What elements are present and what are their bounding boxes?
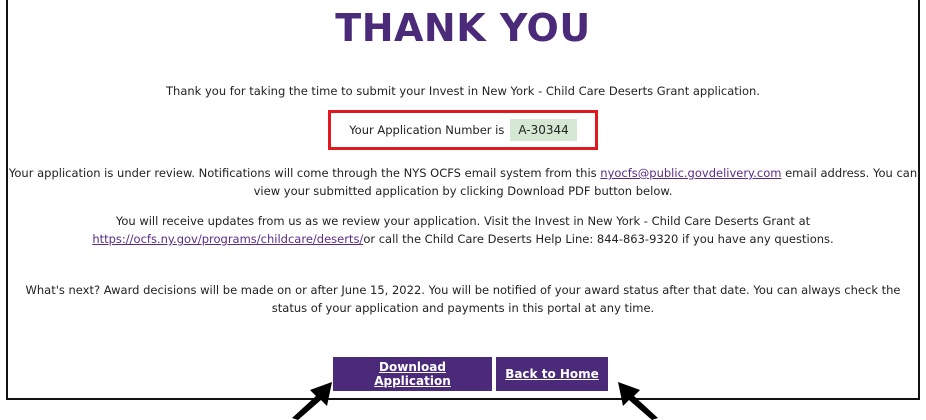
application-number-value: A-30344 [510,119,577,141]
confirmation-panel: THANK YOU Thank you for taking the time … [6,0,920,400]
next-steps-text: What's next? Award decisions will be mad… [25,283,901,315]
email-link[interactable]: nyocfs@public.govdelivery.com [600,166,781,180]
pointer-arrow-icon [618,382,658,420]
download-application-button[interactable]: Download Application [333,357,492,391]
updates-text-before: You will receive updates from us as we r… [115,214,811,228]
back-to-home-button[interactable]: Back to Home [496,357,608,391]
review-text-before: Your application is under review. Notifi… [8,166,601,180]
updates-text: You will receive updates from us as we r… [8,212,918,248]
application-number-label: Your Application Number is [349,123,505,137]
intro-text: Thank you for taking the time to submit … [166,84,760,98]
updates-text-after: or call the Child Care Deserts Help Line… [363,232,834,246]
deserts-url-link[interactable]: https://ocfs.ny.gov/programs/childcare/d… [92,232,363,246]
application-number-highlight: Your Application Number is A-30344 [328,110,598,150]
page-title: THANK YOU [335,6,591,50]
review-text: Your application is under review. Notifi… [8,164,918,200]
pointer-arrow-icon [292,382,332,420]
